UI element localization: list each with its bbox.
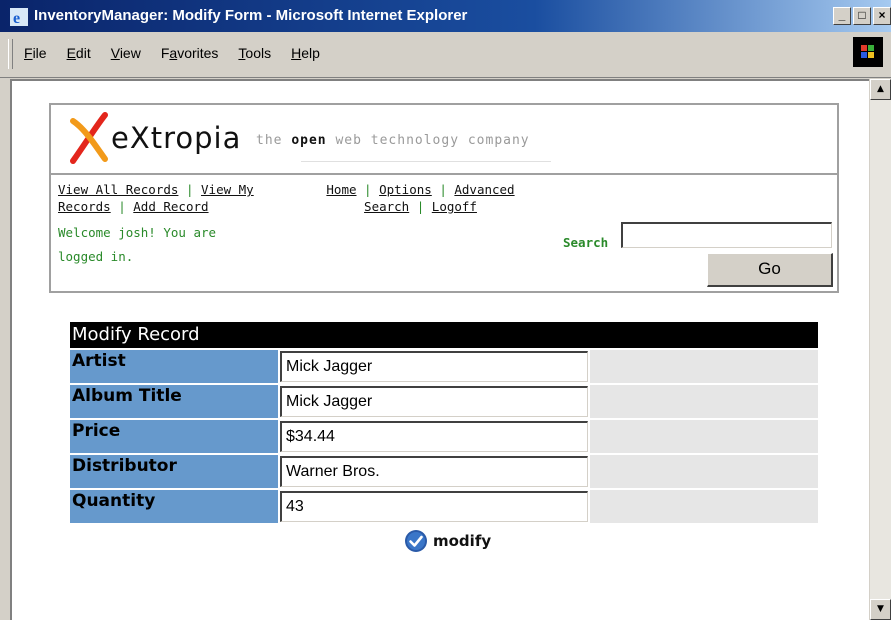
album-title-field[interactable] (280, 386, 588, 417)
nav-separator: | (416, 199, 425, 214)
record-nav: View All Records | View My Records | Add… (58, 181, 278, 215)
scroll-down-icon[interactable]: ▼ (870, 599, 891, 620)
extropia-logo-icon (70, 112, 108, 164)
nav-separator: | (364, 182, 372, 197)
search-input[interactable] (621, 222, 832, 248)
home-link[interactable]: Home (326, 182, 356, 197)
page-content: eXtropia the open web technology company… (10, 79, 869, 620)
form-row-price: Price (70, 420, 818, 453)
maximize-button[interactable]: □ (853, 7, 871, 25)
menu-favorites[interactable]: Favorites (161, 45, 219, 61)
browser-window: e InventoryManager: Modify Form - Micros… (0, 0, 891, 620)
field-label: Artist (70, 350, 278, 383)
site-header: eXtropia the open web technology company… (49, 103, 839, 293)
minimize-button[interactable]: _ (833, 7, 851, 25)
form-row-album-title: Album Title (70, 385, 818, 418)
menu-items: File Edit View Favorites Tools Help (24, 45, 340, 61)
tagline: the open web technology company (256, 133, 530, 148)
modify-label: modify (433, 532, 492, 550)
main-nav: Home | Options | Advanced Search | Logof… (313, 181, 528, 215)
field-label: Price (70, 420, 278, 453)
nav-separator: | (118, 199, 126, 214)
price-field[interactable] (280, 421, 588, 452)
menu-help[interactable]: Help (291, 45, 320, 61)
nav-separator: | (439, 182, 447, 197)
form-row-artist: Artist (70, 350, 818, 383)
modify-button[interactable]: modify (404, 528, 491, 554)
windows-logo-icon (853, 37, 883, 67)
menu-bar: File Edit View Favorites Tools Help (0, 33, 891, 78)
form-row-distributor: Distributor (70, 455, 818, 488)
menu-view[interactable]: View (111, 45, 141, 61)
search-label: Search (563, 235, 609, 250)
add-record-link[interactable]: Add Record (133, 199, 208, 214)
vertical-scrollbar[interactable]: ▲ ▼ (870, 79, 891, 620)
menu-file[interactable]: File (24, 45, 47, 61)
logo-row: eXtropia the open web technology company (51, 105, 837, 175)
checkmark-circle-icon (405, 530, 427, 552)
window-controls: _ □ × (833, 7, 891, 25)
distributor-field[interactable] (280, 456, 588, 487)
options-link[interactable]: Options (379, 182, 432, 197)
modify-form: Modify Record Artist Album Title Price D… (70, 322, 818, 523)
title-bar: e InventoryManager: Modify Form - Micros… (0, 0, 891, 32)
menu-tools[interactable]: Tools (238, 45, 271, 61)
view-all-records-link[interactable]: View All Records (58, 182, 178, 197)
logo-text: eXtropia (111, 121, 242, 155)
window-title: InventoryManager: Modify Form - Microsof… (34, 7, 468, 24)
welcome-message: Welcome josh! You are logged in. (58, 225, 217, 264)
field-label: Quantity (70, 490, 278, 523)
logoff-link[interactable]: Logoff (432, 199, 477, 214)
ie-logo-icon: e (10, 8, 28, 26)
menu-grip (8, 39, 13, 69)
go-button[interactable]: Go (707, 253, 833, 287)
quantity-field[interactable] (280, 491, 588, 522)
close-button[interactable]: × (873, 7, 891, 25)
tagline-rule (301, 161, 551, 162)
field-label: Distributor (70, 455, 278, 488)
field-label: Album Title (70, 385, 278, 418)
scroll-up-icon[interactable]: ▲ (870, 79, 891, 100)
menu-edit[interactable]: Edit (67, 45, 91, 61)
artist-field[interactable] (280, 351, 588, 382)
nav-separator: | (185, 182, 194, 197)
form-title: Modify Record (70, 322, 818, 348)
form-row-quantity: Quantity (70, 490, 818, 523)
svg-text:e: e (13, 10, 20, 26)
